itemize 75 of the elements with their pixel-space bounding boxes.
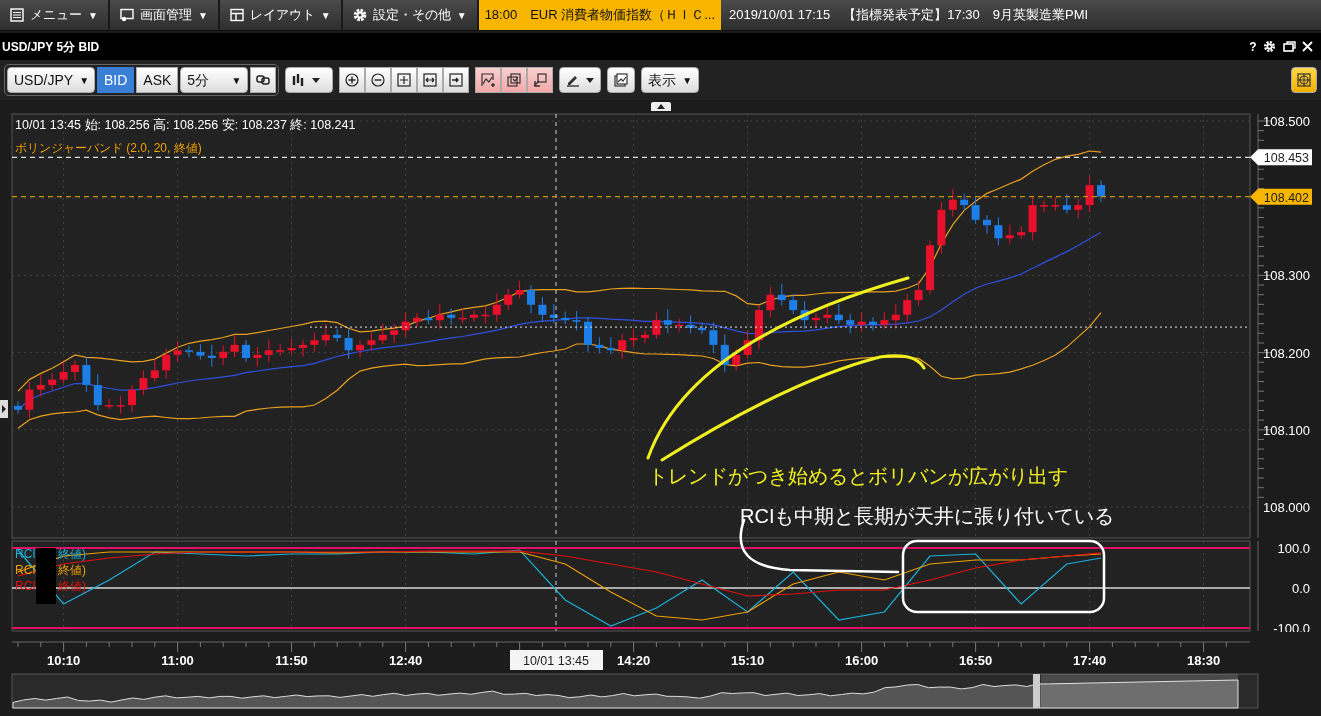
menu-button[interactable]: レイアウト ▼ — [219, 0, 343, 30]
minus-circle-icon — [371, 73, 386, 87]
time-axis-label: 11:00 — [161, 653, 194, 668]
time-axis-label: 15:10 — [730, 653, 765, 668]
menu-button[interactable]: 画面管理 ▼ — [109, 0, 220, 30]
indicator-label: ボリンジャーバンド (2.0, 20, 終値) — [15, 141, 202, 155]
chain-icon — [256, 73, 271, 87]
price-side-tab[interactable]: BID — [97, 67, 135, 93]
move-icon — [533, 73, 548, 87]
time-axis-label: 16:50 — [958, 653, 993, 668]
time-axis-label: 10:10 — [46, 653, 81, 668]
news-ticker: 2019/10/01 17:15 【指標発表予定】17:30 9月英製造業PMI — [728, 6, 1090, 25]
snapshot-button[interactable] — [607, 67, 636, 93]
chart-type-button[interactable] — [285, 67, 334, 93]
fit-button[interactable] — [391, 67, 418, 93]
chart-plus-icon — [481, 73, 496, 87]
scroll-end-button[interactable] — [443, 67, 470, 93]
time-axis-label: 14:20 — [616, 653, 651, 668]
rci-legend-label: 終値) — [58, 563, 86, 577]
settings-icon[interactable] — [1263, 40, 1276, 53]
image-icon — [614, 73, 629, 87]
crosshair-time-label: 10/01 13:45 — [510, 650, 603, 670]
plus-circle-icon — [345, 73, 360, 87]
redaction-block — [36, 548, 56, 604]
expand-button[interactable] — [417, 67, 444, 93]
caret-icon — [312, 76, 321, 84]
price-axis-label: 108.200 — [1263, 345, 1310, 361]
rci-axis-label: 0.0 — [1291, 581, 1310, 596]
crosshair-button[interactable] — [1291, 67, 1317, 93]
annotation-text: RCIも中期と長期が天井に張り付いている — [740, 504, 1115, 529]
restore-icon[interactable] — [1282, 41, 1296, 52]
price-side-tab[interactable]: ASK — [136, 67, 179, 93]
pen-button[interactable] — [559, 67, 602, 93]
time-axis-label: 16:00 — [844, 653, 879, 668]
pen-icon — [566, 73, 581, 87]
help-button[interactable]: ? — [1249, 37, 1257, 56]
caret-icon — [586, 76, 595, 84]
ohlc-label: 10/01 13:45 始: 108.256 高: 108.256 安: 108.237 終: 108.241 — [15, 118, 356, 132]
time-axis-label: 11:50 — [275, 653, 308, 668]
menu-button[interactable]: メニュー ▼ — [0, 0, 110, 30]
rci-axis-label: 100.0 — [1277, 541, 1310, 556]
price-tag: 108.453 — [1250, 149, 1312, 166]
zoom-in-button[interactable] — [339, 67, 366, 93]
navigator-handle[interactable] — [1033, 674, 1040, 708]
symbol-dropdown[interactable]: USD/JPY ▼ — [7, 67, 95, 93]
link-button[interactable] — [250, 67, 277, 93]
zoom-out-button[interactable] — [365, 67, 392, 93]
layout-icon — [229, 8, 244, 22]
copy-icon — [507, 73, 522, 87]
target-icon — [1297, 73, 1311, 87]
collapse-handle[interactable] — [650, 102, 671, 111]
monitor-icon — [119, 8, 134, 22]
close-icon[interactable] — [1302, 41, 1313, 52]
add-drawing-button[interactable] — [475, 67, 502, 93]
side-panel-handle[interactable] — [0, 400, 8, 418]
view-menu-button[interactable]: 表示 ▼ — [641, 67, 700, 93]
cross-square-icon — [397, 73, 412, 87]
navigator-window[interactable] — [1041, 674, 1238, 708]
annotation-text: トレンドがつき始めるとボリバンが広がり出す — [648, 464, 1068, 489]
time-axis-label: 17:40 — [1072, 653, 1107, 668]
move-drawing-button[interactable] — [527, 67, 554, 93]
price-axis-label: 108.100 — [1263, 422, 1310, 438]
time-axis-label: 12:40 — [389, 653, 423, 668]
price-axis-label: 108.500 — [1263, 114, 1310, 129]
price-axis-label: 108.000 — [1263, 500, 1310, 515]
news-ticker: 18:00 EUR 消費者物価指数（ＨＩＣ... — [478, 0, 722, 30]
price-tag: 108.402 — [1250, 188, 1312, 205]
copy-drawing-button[interactable] — [501, 67, 528, 93]
interval-dropdown[interactable]: 5分 ▼ — [180, 67, 249, 93]
list-icon — [10, 8, 24, 22]
gear-icon — [352, 8, 367, 22]
price-axis-label: 108.300 — [1263, 268, 1310, 284]
arrow-right-icon — [449, 73, 464, 87]
time-axis-label: 18:30 — [1186, 653, 1221, 668]
window-title: USD/JPY 5分 BID — [2, 38, 100, 56]
